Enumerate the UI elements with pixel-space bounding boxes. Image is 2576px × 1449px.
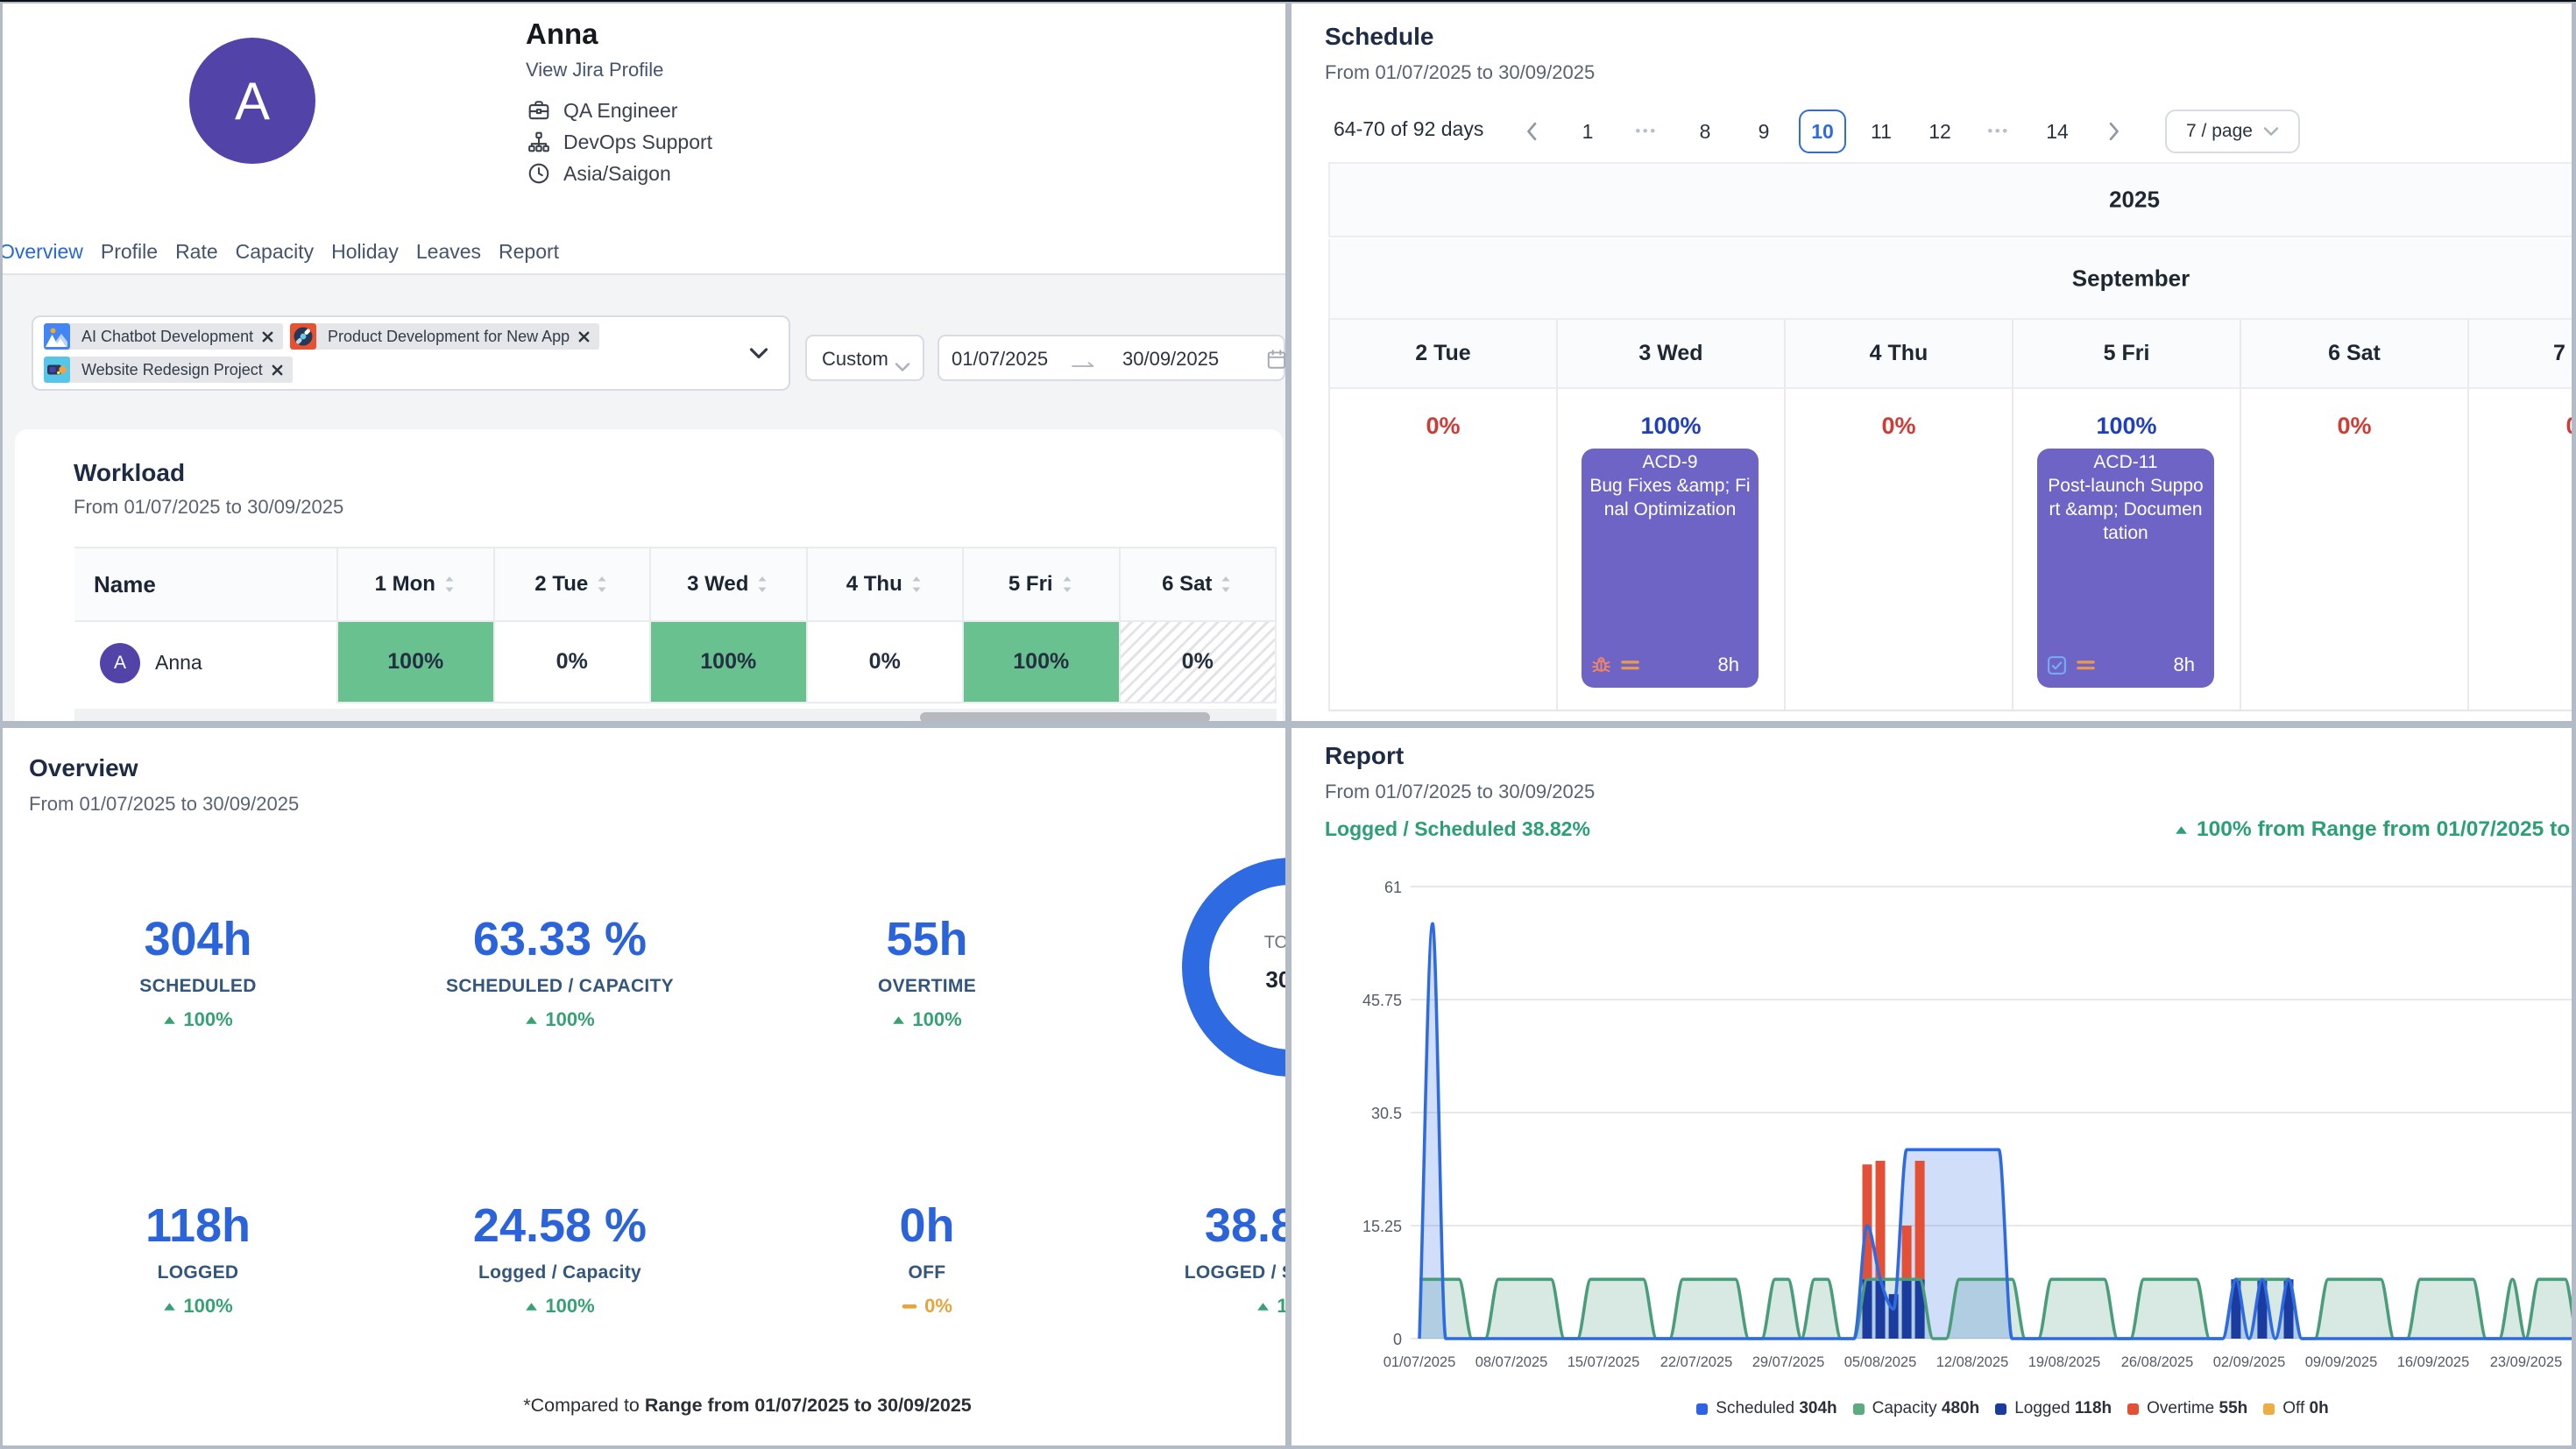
svg-text:02/09/2025: 02/09/2025 [2213, 1354, 2286, 1370]
svg-text:26/08/2025: 26/08/2025 [2121, 1354, 2194, 1370]
svg-text:05/08/2025: 05/08/2025 [1844, 1354, 1917, 1370]
svg-text:0: 0 [1393, 1331, 1402, 1348]
svg-text:29/07/2025: 29/07/2025 [1752, 1354, 1825, 1370]
svg-text:19/08/2025: 19/08/2025 [2028, 1354, 2101, 1370]
svg-text:15/07/2025: 15/07/2025 [1568, 1354, 1640, 1370]
svg-text:09/09/2025: 09/09/2025 [2305, 1354, 2378, 1370]
svg-text:45.75: 45.75 [1362, 992, 1402, 1009]
svg-text:08/07/2025: 08/07/2025 [1476, 1354, 1548, 1370]
svg-text:01/07/2025: 01/07/2025 [1384, 1354, 1456, 1370]
svg-text:61: 61 [1384, 879, 1402, 896]
svg-text:22/07/2025: 22/07/2025 [1660, 1354, 1733, 1370]
svg-text:12/08/2025: 12/08/2025 [1936, 1354, 2009, 1370]
svg-text:30.5: 30.5 [1371, 1105, 1402, 1122]
svg-text:16/09/2025: 16/09/2025 [2397, 1354, 2470, 1370]
svg-text:15.25: 15.25 [1362, 1218, 1402, 1235]
svg-text:23/09/2025: 23/09/2025 [2490, 1354, 2563, 1370]
